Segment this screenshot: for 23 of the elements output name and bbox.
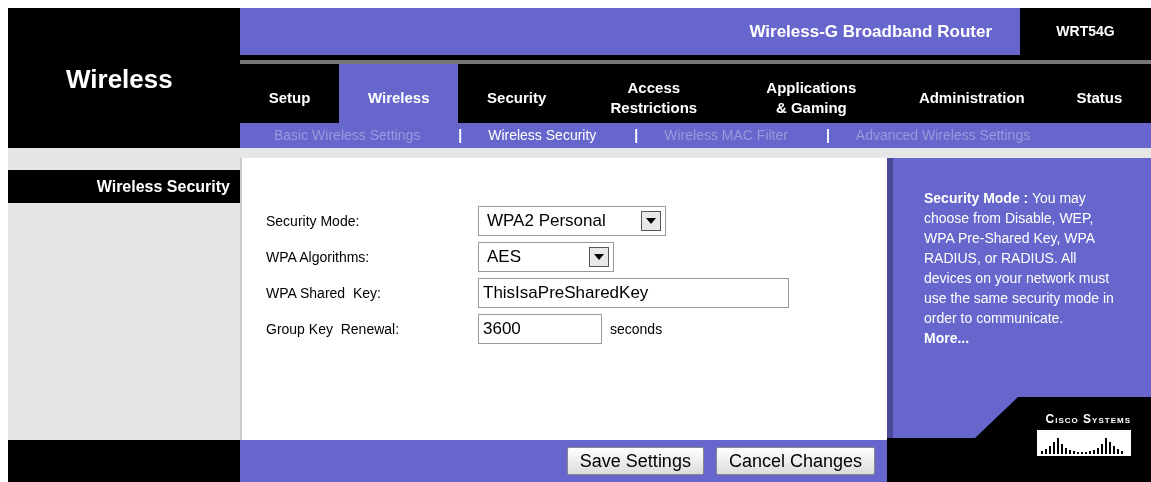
text-field[interactable]: 3600 bbox=[478, 314, 602, 344]
action-button[interactable]: Cancel Changes bbox=[715, 447, 875, 475]
separator: | bbox=[825, 126, 830, 145]
separator: | bbox=[634, 126, 639, 145]
help-text: Security Mode : You may choose from Disable, WEP, WPA Pre-Shared Key, WPA RADIUS, or RADIUS. All devices on your network must use the same security mode in order to communicate. bbox=[924, 189, 1115, 328]
product-banner: Wireless-G Broadband Router bbox=[240, 8, 1020, 55]
sidebar-heading: Wireless Security bbox=[8, 170, 240, 203]
field-label: Group Key Renewal: bbox=[266, 319, 401, 339]
dropdown[interactable]: WPA2 Personal bbox=[478, 206, 666, 236]
unit-label: seconds bbox=[610, 319, 663, 339]
dropdown[interactable]: AES bbox=[478, 242, 614, 272]
action-button[interactable]: Save Settings bbox=[566, 447, 704, 475]
field-label: Security Mode: bbox=[266, 211, 361, 231]
cisco-bars-icon bbox=[1037, 430, 1131, 456]
nav-tab[interactable]: Wireless bbox=[339, 64, 459, 123]
logo-text: Cisco Systems bbox=[1045, 411, 1131, 428]
section-header: Wireless bbox=[8, 8, 240, 148]
subnav-link[interactable]: Wireless Security bbox=[488, 125, 597, 146]
field-label: WPA Algorithms: bbox=[266, 247, 371, 267]
field-label: WPA Shared Key: bbox=[266, 283, 382, 303]
separator: | bbox=[458, 126, 463, 145]
text-field[interactable]: ThisIsaPreSharedKey bbox=[478, 278, 789, 308]
more-link[interactable]: More... bbox=[924, 330, 970, 346]
